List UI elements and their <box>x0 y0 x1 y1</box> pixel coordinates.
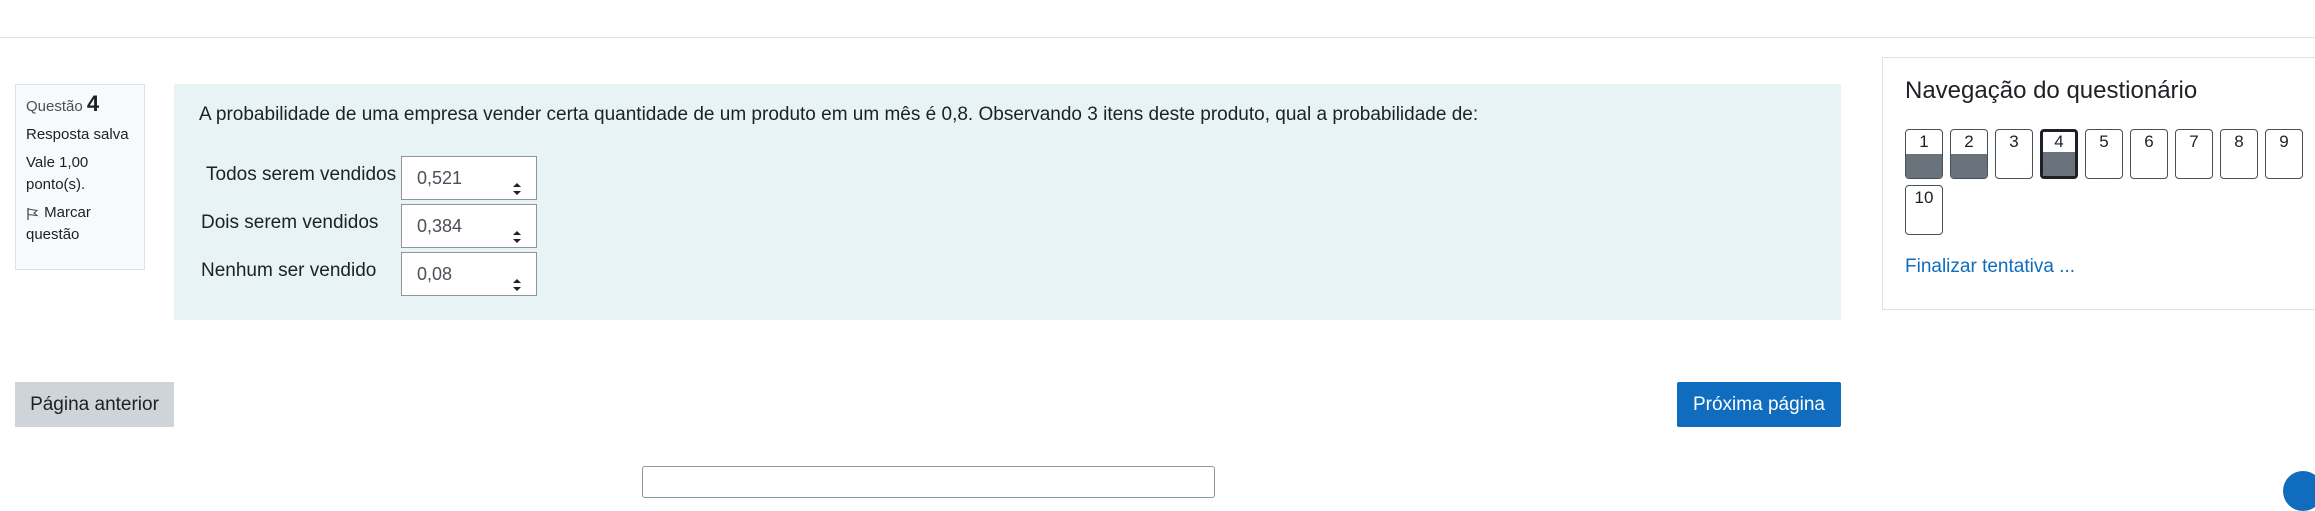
nav-question-button[interactable]: 9 <box>2265 129 2303 179</box>
answer-select-value: 0,384 <box>417 216 463 236</box>
nav-question-number: 1 <box>1919 132 1929 151</box>
question-grade: Vale 1,00 ponto(s). <box>26 154 89 193</box>
answered-indicator <box>1906 154 1942 178</box>
answer-row-label: Dois serem vendidos <box>201 212 379 233</box>
question-number-label: Questão <box>26 98 83 115</box>
answer-select[interactable]: 0,08 <box>401 252 537 296</box>
answer-select[interactable]: 0,521 <box>401 156 537 200</box>
answer-select[interactable]: 0,384 <box>401 204 537 248</box>
nav-question-button[interactable]: 3 <box>1995 129 2033 179</box>
nav-question-button[interactable]: 5 <box>2085 129 2123 179</box>
previous-page-button[interactable]: Página anterior <box>15 382 174 427</box>
nav-question-button-current[interactable]: 4 <box>2040 129 2078 179</box>
nav-question-button[interactable]: 6 <box>2130 129 2168 179</box>
select-arrows-icon <box>512 218 522 243</box>
nav-question-button[interactable]: 8 <box>2220 129 2258 179</box>
nav-question-number: 9 <box>2279 132 2289 151</box>
answer-select-value: 0,521 <box>417 168 463 188</box>
nav-question-button[interactable]: 10 <box>1905 185 1943 235</box>
answer-row-label: Todos serem vendidos <box>206 164 397 185</box>
nav-question-number: 6 <box>2144 132 2154 151</box>
question-number: Questão 4 <box>26 93 134 118</box>
flag-icon <box>26 206 40 221</box>
flag-question-link[interactable]: Marcar questão <box>26 202 134 246</box>
nav-question-button[interactable]: 1 <box>1905 129 1943 179</box>
nav-question-number: 4 <box>2054 132 2064 151</box>
answered-indicator <box>1951 154 1987 178</box>
nav-question-button[interactable]: 7 <box>2175 129 2213 179</box>
question-status: Resposta salva <box>26 126 129 143</box>
select-arrows-icon <box>512 266 522 291</box>
question-info: Questão 4 Resposta salva Vale 1,00 ponto… <box>15 84 145 270</box>
header-divider <box>0 0 2315 38</box>
nav-question-number: 2 <box>1964 132 1974 151</box>
footer-field[interactable] <box>642 466 1215 498</box>
quiz-navigation-title: Navegação do questionário <box>1905 77 2198 104</box>
nav-question-number: 7 <box>2189 132 2199 151</box>
nav-question-number: 8 <box>2234 132 2244 151</box>
nav-question-number: 5 <box>2099 132 2109 151</box>
answered-indicator <box>2043 152 2075 176</box>
question-number-value: 4 <box>86 91 100 116</box>
floating-action-button[interactable] <box>2283 471 2315 511</box>
question-text: A probabilidade de uma empresa vender ce… <box>199 104 1479 125</box>
answer-row-label: Nenhum ser vendido <box>201 260 377 281</box>
nav-question-number: 10 <box>1914 188 1934 207</box>
nav-question-number: 3 <box>2009 132 2019 151</box>
nav-question-button[interactable]: 2 <box>1950 129 1988 179</box>
finish-attempt-link[interactable]: Finalizar tentativa ... <box>1905 256 2075 278</box>
next-page-button[interactable]: Próxima página <box>1677 382 1841 427</box>
select-arrows-icon <box>512 170 522 195</box>
question-content: A probabilidade de uma empresa vender ce… <box>174 84 1841 320</box>
quiz-navigation: Navegação do questionário 1 2 3 4 5 6 7 … <box>1882 57 2315 310</box>
answer-select-value: 0,08 <box>417 264 453 284</box>
